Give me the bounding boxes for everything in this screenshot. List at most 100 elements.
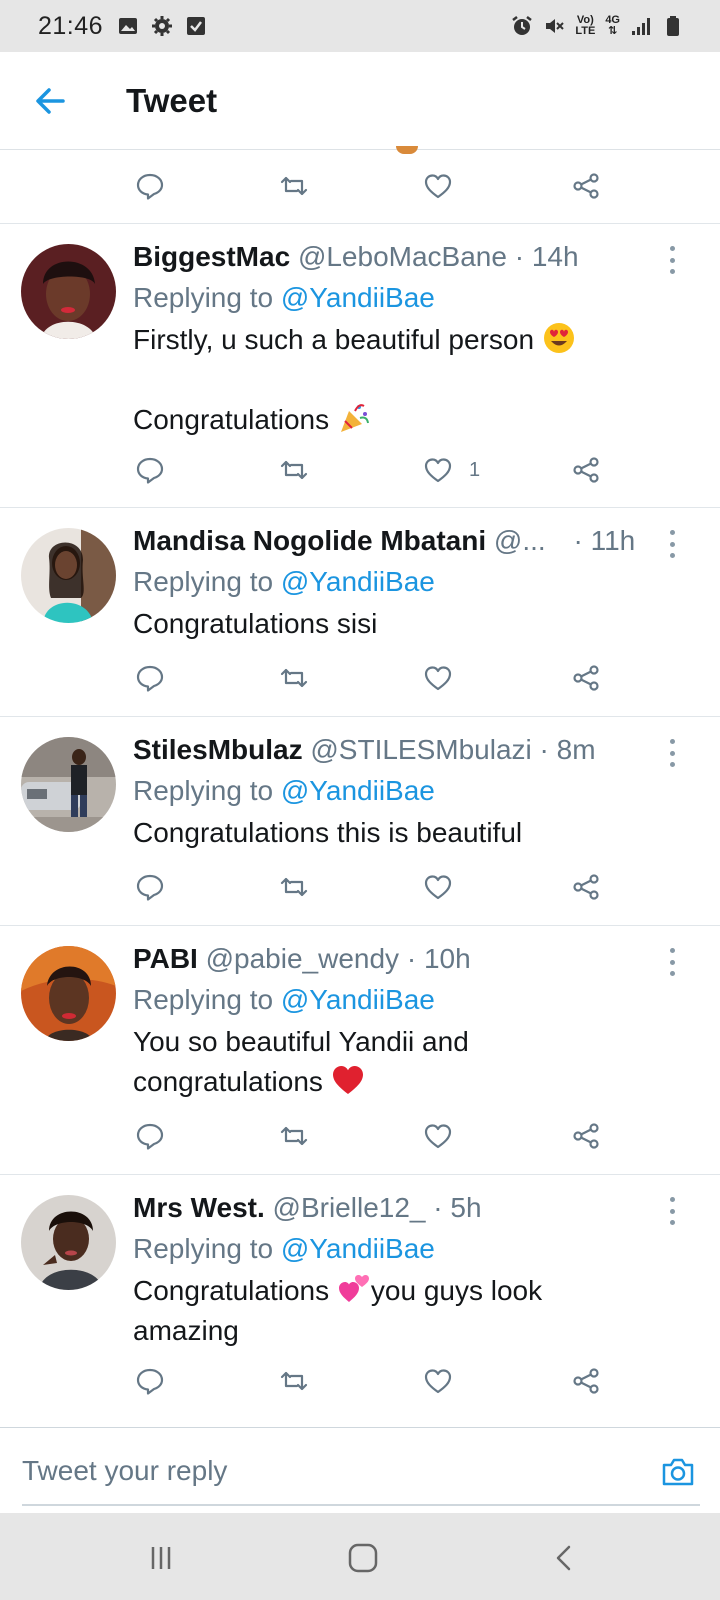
like-count: 1 bbox=[469, 458, 481, 481]
more-options-icon[interactable] bbox=[662, 948, 682, 976]
share-button[interactable] bbox=[571, 1116, 601, 1156]
replying-to: Replying to @YandiiBae bbox=[133, 282, 435, 313]
username-handle[interactable]: @Brielle12_ bbox=[273, 1192, 426, 1223]
red-heart-emoji bbox=[332, 1066, 363, 1094]
tweet-text: Congratulations sisi bbox=[133, 608, 378, 639]
replying-to: Replying to @YandiiBae bbox=[133, 984, 435, 1015]
display-name[interactable]: StilesMbulaz bbox=[133, 734, 303, 765]
heart-eyes-emoji bbox=[543, 323, 574, 353]
tweet-actions bbox=[0, 1116, 720, 1156]
recent-apps-icon bbox=[151, 1547, 171, 1569]
like-button[interactable]: 1 bbox=[423, 450, 480, 490]
reply-button[interactable] bbox=[135, 166, 165, 206]
emoji-sliver bbox=[396, 146, 418, 154]
share-icon bbox=[573, 457, 599, 483]
share-icon bbox=[573, 173, 599, 199]
reply-input[interactable] bbox=[22, 1438, 700, 1506]
reply-button[interactable] bbox=[135, 1116, 165, 1156]
back-chevron-icon bbox=[556, 1545, 571, 1571]
heart-icon bbox=[424, 1124, 452, 1149]
tweet-actions bbox=[0, 1361, 720, 1401]
retweet-button[interactable] bbox=[279, 450, 309, 490]
tweet-timestamp: · 11h bbox=[573, 525, 636, 556]
mention-link[interactable]: @YandiiBae bbox=[281, 282, 435, 313]
tweet-timestamp: · 8m bbox=[539, 734, 596, 765]
partial-tweet bbox=[0, 146, 720, 224]
share-button[interactable] bbox=[571, 658, 601, 698]
avatar[interactable] bbox=[21, 244, 116, 339]
tweet-item[interactable]: PABI @pabie_wendy · 10h Replying to @Yan… bbox=[0, 926, 720, 1175]
tweet-item[interactable]: Mandisa Nogolide Mbatani @... · 11h Repl… bbox=[0, 508, 720, 717]
recent-apps-button[interactable] bbox=[136, 1533, 186, 1583]
share-icon bbox=[573, 665, 599, 691]
display-name[interactable]: BiggestMac bbox=[133, 241, 290, 272]
tweet-actions bbox=[0, 658, 720, 698]
camera-icon bbox=[662, 1458, 694, 1486]
home-button[interactable] bbox=[338, 1533, 388, 1583]
retweet-icon bbox=[280, 877, 308, 897]
reply-button[interactable] bbox=[135, 658, 165, 698]
avatar[interactable] bbox=[21, 528, 116, 623]
replying-to: Replying to @YandiiBae bbox=[133, 775, 435, 806]
username-handle[interactable]: @pabie_wendy bbox=[206, 943, 399, 974]
more-options-icon[interactable] bbox=[662, 739, 682, 767]
like-button[interactable] bbox=[423, 1116, 453, 1156]
tweet-actions bbox=[0, 166, 720, 206]
mention-link[interactable]: @YandiiBae bbox=[281, 566, 435, 597]
retweet-button[interactable] bbox=[279, 658, 309, 698]
like-button[interactable] bbox=[423, 1361, 453, 1401]
share-button[interactable] bbox=[571, 1361, 601, 1401]
more-options-icon[interactable] bbox=[662, 1197, 682, 1225]
tweet-text: Firstly, u such a beautiful person Congr… bbox=[133, 320, 700, 440]
like-button[interactable] bbox=[423, 658, 453, 698]
username-handle[interactable]: @LeboMacBane bbox=[298, 241, 507, 272]
data-label: 4G bbox=[605, 14, 620, 26]
reply-button[interactable] bbox=[135, 450, 165, 490]
avatar[interactable] bbox=[21, 1195, 116, 1290]
retweet-button[interactable] bbox=[279, 867, 309, 907]
retweet-button[interactable] bbox=[279, 166, 309, 206]
status-time: 21:46 bbox=[38, 11, 104, 40]
tweet-actions bbox=[0, 867, 720, 907]
more-options-icon[interactable] bbox=[662, 530, 682, 558]
display-name[interactable]: Mrs West. bbox=[133, 1192, 265, 1223]
camera-button[interactable] bbox=[660, 1454, 696, 1490]
gear-icon bbox=[152, 16, 173, 36]
reply-button[interactable] bbox=[135, 867, 165, 907]
username-handle[interactable]: @STILESMbulazi bbox=[310, 734, 531, 765]
like-button[interactable] bbox=[423, 166, 453, 206]
back-button[interactable] bbox=[20, 71, 80, 131]
tweet-actions: 1 bbox=[0, 450, 720, 490]
tweet-feed[interactable]: BiggestMac @LeboMacBane · 14h Replying t… bbox=[0, 146, 720, 1419]
avatar[interactable] bbox=[21, 737, 116, 832]
reply-button[interactable] bbox=[135, 1361, 165, 1401]
tweet-item[interactable]: Mrs West. @Brielle12_ · 5h Replying to @… bbox=[0, 1175, 720, 1419]
more-options-icon[interactable] bbox=[662, 246, 682, 274]
replying-to: Replying to @YandiiBae bbox=[133, 1233, 435, 1264]
retweet-button[interactable] bbox=[279, 1361, 309, 1401]
username-handle[interactable]: @... bbox=[494, 525, 546, 556]
reply-icon bbox=[136, 457, 164, 484]
retweet-button[interactable] bbox=[279, 1116, 309, 1156]
mention-link[interactable]: @YandiiBae bbox=[281, 775, 435, 806]
display-name[interactable]: PABI bbox=[133, 943, 198, 974]
mention-link[interactable]: @YandiiBae bbox=[281, 1233, 435, 1264]
system-nav-bar bbox=[0, 1513, 720, 1600]
display-name[interactable]: Mandisa Nogolide Mbatani bbox=[133, 525, 486, 556]
volte-label-bottom: LTE bbox=[575, 25, 596, 37]
tweet-item[interactable]: BiggestMac @LeboMacBane · 14h Replying t… bbox=[0, 224, 720, 508]
avatar[interactable] bbox=[21, 946, 116, 1041]
tweet-text: Congratulations you guys look amazing bbox=[133, 1271, 700, 1351]
like-button[interactable] bbox=[423, 867, 453, 907]
mention-link[interactable]: @YandiiBae bbox=[281, 984, 435, 1015]
share-button[interactable] bbox=[571, 166, 601, 206]
retweet-icon bbox=[280, 1371, 308, 1391]
share-button[interactable] bbox=[571, 867, 601, 907]
two-hearts-emoji bbox=[338, 1275, 369, 1302]
back-nav-button[interactable] bbox=[540, 1533, 590, 1583]
reply-icon bbox=[136, 874, 164, 901]
share-icon bbox=[573, 1123, 599, 1149]
share-button[interactable] bbox=[571, 450, 601, 490]
tweet-item[interactable]: StilesMbulaz @STILESMbulazi · 8m Replyin… bbox=[0, 717, 720, 926]
share-icon bbox=[573, 874, 599, 900]
